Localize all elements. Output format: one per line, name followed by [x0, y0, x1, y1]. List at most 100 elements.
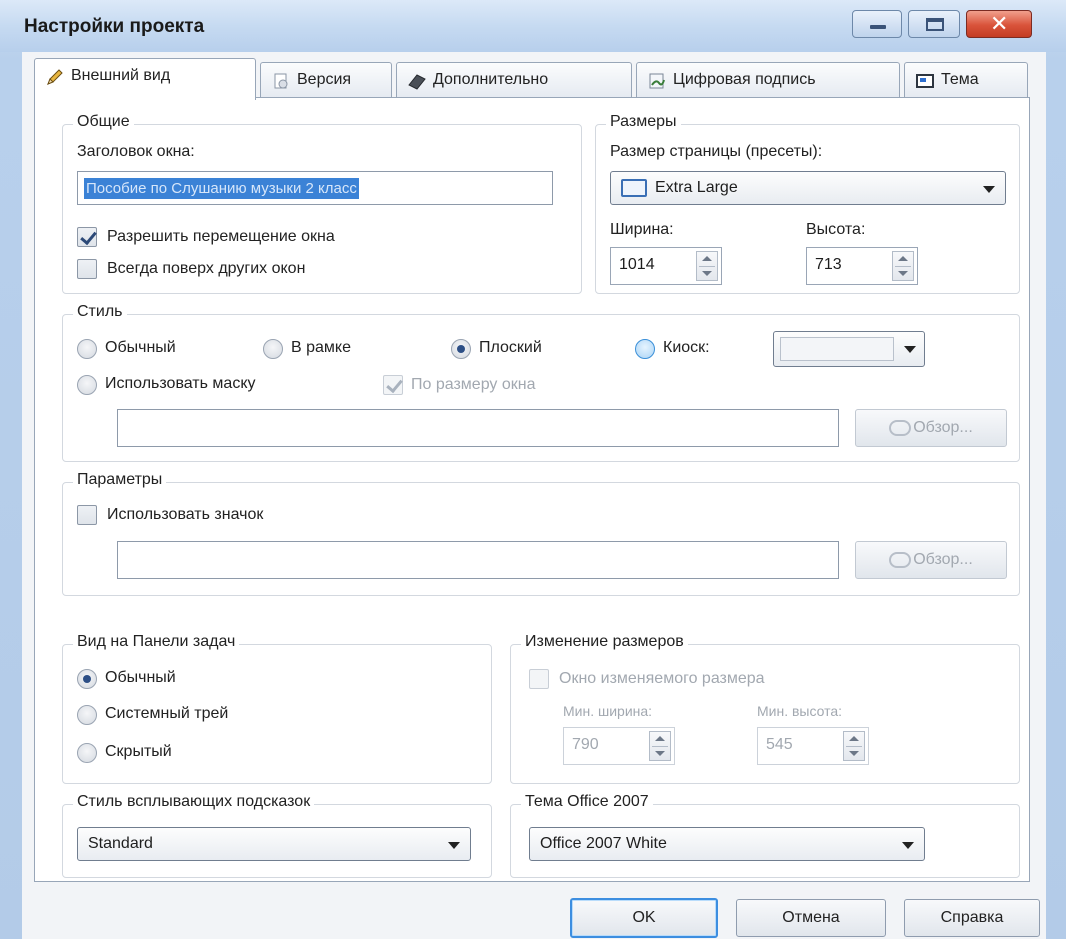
- mask-path-input[interactable]: [117, 409, 839, 447]
- help-button[interactable]: Справка: [904, 899, 1040, 937]
- min-width-label: Мин. ширина:: [563, 703, 653, 719]
- min-width-spin-buttons[interactable]: [649, 731, 671, 761]
- taskbar-hidden-radio[interactable]: [77, 743, 97, 763]
- tab-appearance[interactable]: Внешний вид: [34, 58, 256, 100]
- min-height-label: Мин. высота:: [757, 703, 843, 719]
- resizable-checkbox[interactable]: [529, 669, 549, 689]
- taskbar-group: Вид на Панели задач Обычный Системный тр…: [62, 633, 492, 784]
- tab-appearance-label: Внешний вид: [71, 67, 171, 84]
- taskbar-tray-label: Системный трей: [105, 705, 229, 722]
- ok-button[interactable]: OK: [570, 898, 718, 938]
- folder-search-icon: [889, 419, 912, 436]
- use-icon-checkbox[interactable]: [77, 505, 97, 525]
- sizes-group: Размеры Размер страницы (пресеты): Extra…: [595, 113, 1020, 294]
- title-bar[interactable]: Настройки проекта ✕: [0, 0, 1066, 52]
- version-icon: [274, 73, 288, 89]
- cancel-button-label: Отмена: [782, 909, 840, 926]
- taskbar-group-title: Вид на Панели задач: [73, 633, 240, 651]
- height-value: 713: [815, 256, 842, 273]
- maximize-button[interactable]: [908, 10, 960, 38]
- page-size-preset-dropdown[interactable]: Extra Large: [610, 171, 1006, 205]
- mask-browse-button[interactable]: Обзор...: [855, 409, 1007, 447]
- pencil-icon: [47, 69, 63, 85]
- kiosk-color-dropdown[interactable]: [773, 331, 925, 367]
- kiosk-color-swatch: [780, 337, 894, 361]
- icon-browse-button[interactable]: Обзор...: [855, 541, 1007, 579]
- mask-browse-label: Обзор...: [913, 419, 973, 436]
- width-spin-buttons[interactable]: [696, 251, 718, 281]
- taskbar-tray-radio[interactable]: [77, 705, 97, 725]
- window-caption-label: Заголовок окна:: [77, 143, 195, 160]
- tab-version-label: Версия: [297, 71, 352, 88]
- tooltip-style-dropdown[interactable]: Standard: [77, 827, 471, 861]
- style-kiosk-radio[interactable]: [635, 339, 655, 359]
- project-settings-window: Настройки проекта ✕ Внешний вид Версия Д…: [0, 0, 1066, 939]
- fit-window-checkbox[interactable]: [383, 375, 403, 395]
- sizes-group-title: Размеры: [606, 113, 681, 131]
- always-on-top-checkbox[interactable]: [77, 259, 97, 279]
- tab-theme[interactable]: Тема: [904, 62, 1028, 98]
- resizable-label: Окно изменяемого размера: [559, 670, 765, 687]
- resize-group-title: Изменение размеров: [521, 633, 688, 651]
- height-stepper[interactable]: 713: [806, 247, 918, 285]
- icon-browse-label: Обзор...: [913, 551, 973, 568]
- dialog-footer: OK Отмена Справка: [22, 882, 1046, 939]
- taskbar-hidden-label: Скрытый: [105, 743, 172, 760]
- general-group: Общие Заголовок окна: Пособие по Слушани…: [62, 113, 582, 294]
- style-kiosk-label: Киоск:: [663, 339, 710, 356]
- appearance-panel: Общие Заголовок окна: Пособие по Слушани…: [34, 97, 1030, 882]
- width-label: Ширина:: [610, 221, 674, 238]
- taskbar-normal-radio[interactable]: [77, 669, 97, 689]
- chevron-down-icon: [983, 186, 995, 193]
- cancel-button[interactable]: Отмена: [736, 899, 886, 937]
- dialog-client: Внешний вид Версия Дополнительно Цифрова…: [22, 52, 1046, 939]
- width-stepper[interactable]: 1014: [610, 247, 722, 285]
- allow-move-checkbox[interactable]: [77, 227, 97, 247]
- office-theme-group: Тема Office 2007 Office 2007 White: [510, 793, 1020, 878]
- style-flat-radio[interactable]: [451, 339, 471, 359]
- icon-path-input[interactable]: [117, 541, 839, 579]
- tab-strip: Внешний вид Версия Дополнительно Цифрова…: [34, 58, 1034, 100]
- folder-search-icon: [889, 551, 912, 568]
- use-icon-label: Использовать значок: [107, 506, 264, 523]
- signature-icon: [649, 73, 665, 89]
- always-on-top-label: Всегда поверх других окон: [107, 260, 306, 277]
- tab-advanced[interactable]: Дополнительно: [396, 62, 632, 98]
- allow-move-label: Разрешить перемещение окна: [107, 228, 335, 245]
- window-title: Настройки проекта: [24, 16, 205, 37]
- tooltip-style-group-title: Стиль всплывающих подсказок: [73, 793, 315, 811]
- tab-theme-label: Тема: [941, 71, 979, 88]
- page-size-preset-value: Extra Large: [655, 179, 738, 196]
- height-spin-buttons[interactable]: [892, 251, 914, 281]
- style-normal-radio[interactable]: [77, 339, 97, 359]
- minimize-icon: [870, 25, 886, 29]
- min-width-stepper[interactable]: 790: [563, 727, 675, 765]
- close-button[interactable]: ✕: [966, 10, 1032, 38]
- close-icon: ✕: [990, 11, 1009, 36]
- taskbar-normal-label: Обычный: [105, 669, 176, 686]
- style-group: Стиль Обычный В рамке Плоский Киоск: Исп…: [62, 303, 1020, 462]
- height-label: Высота:: [806, 221, 866, 238]
- tooltip-style-value: Standard: [88, 835, 153, 852]
- min-height-stepper[interactable]: 545: [757, 727, 869, 765]
- tab-digital-signature[interactable]: Цифровая подпись: [636, 62, 900, 98]
- office-theme-dropdown[interactable]: Office 2007 White: [529, 827, 925, 861]
- fit-window-label: По размеру окна: [411, 376, 536, 393]
- use-mask-radio[interactable]: [77, 375, 97, 395]
- min-height-value: 545: [766, 736, 793, 753]
- tab-version[interactable]: Версия: [260, 62, 392, 98]
- style-framed-radio[interactable]: [263, 339, 283, 359]
- eraser-icon: [408, 74, 426, 90]
- office-theme-group-title: Тема Office 2007: [521, 793, 653, 811]
- general-group-title: Общие: [73, 113, 134, 131]
- tab-advanced-label: Дополнительно: [433, 71, 549, 88]
- maximize-icon: [926, 18, 944, 31]
- width-value: 1014: [619, 256, 655, 273]
- window-caption-input[interactable]: Пособие по Слушанию музыки 2 класс: [77, 171, 553, 205]
- tab-digital-signature-label: Цифровая подпись: [673, 71, 816, 88]
- min-height-spin-buttons[interactable]: [843, 731, 865, 761]
- minimize-button[interactable]: [852, 10, 902, 38]
- style-group-title: Стиль: [73, 303, 127, 321]
- tooltip-style-group: Стиль всплывающих подсказок Standard: [62, 793, 492, 878]
- window-caption-value: Пособие по Слушанию музыки 2 класс: [84, 178, 359, 199]
